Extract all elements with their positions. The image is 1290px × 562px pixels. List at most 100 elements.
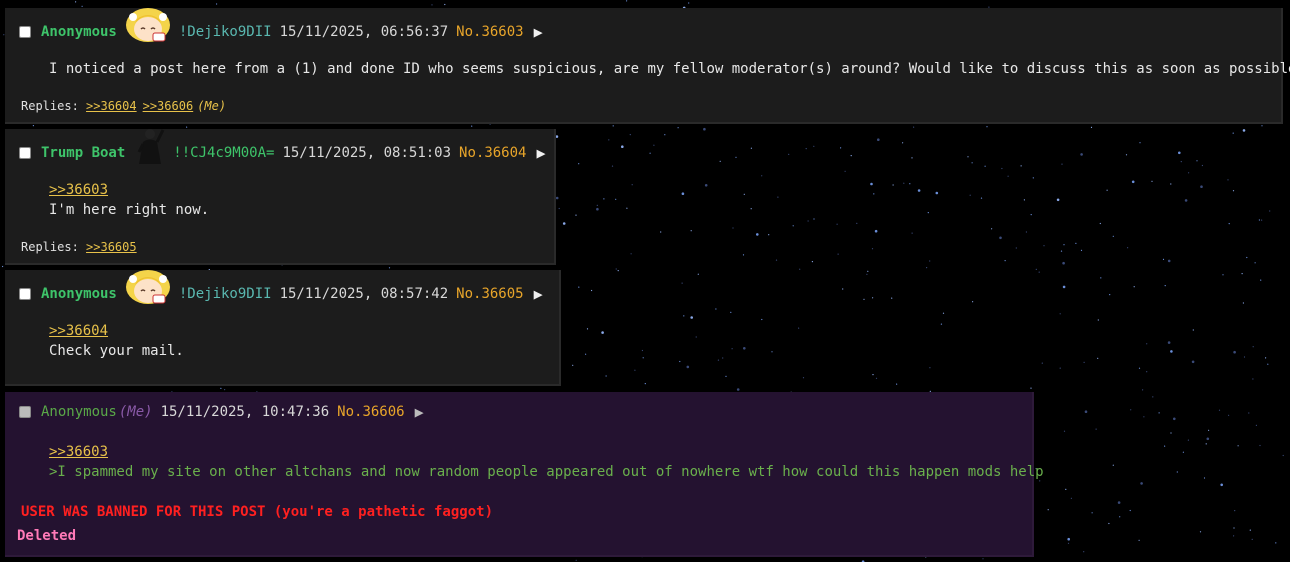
star <box>1025 231 1027 233</box>
star <box>32 125 35 127</box>
post-number-link[interactable]: No.36604 <box>459 145 526 161</box>
star <box>1158 412 1160 414</box>
star <box>1237 445 1239 447</box>
star <box>1004 260 1006 262</box>
star <box>388 267 391 269</box>
star <box>1063 244 1065 246</box>
star <box>1146 371 1148 373</box>
post-select-checkbox[interactable] <box>19 26 31 38</box>
replies-label: Replies: <box>21 240 79 254</box>
post-36603: Anonymous !Dejiko9DII 15/11/2025, 06:56:… <box>5 8 1290 124</box>
star <box>644 383 646 385</box>
star <box>1060 250 1063 252</box>
star <box>798 327 800 329</box>
quote-link[interactable]: >>36603 <box>49 443 1044 463</box>
star <box>1220 483 1223 487</box>
star <box>840 147 842 149</box>
post-number-link[interactable]: No.36606 <box>337 404 404 420</box>
star <box>216 3 218 5</box>
star <box>1106 189 1108 191</box>
star <box>1267 363 1269 365</box>
star <box>690 230 692 232</box>
star <box>986 126 988 128</box>
star <box>1131 180 1135 184</box>
star <box>719 160 721 162</box>
post-header: Anonymous !Dejiko9DII 15/11/2025, 06:56:… <box>19 8 543 42</box>
star <box>1127 247 1129 249</box>
reply-link[interactable]: >>36604 <box>86 99 137 113</box>
star <box>903 182 905 184</box>
star <box>761 318 763 321</box>
star <box>736 388 740 391</box>
star <box>1184 199 1188 202</box>
star <box>617 270 619 272</box>
star <box>1205 443 1207 445</box>
star <box>601 331 604 334</box>
star <box>1203 477 1206 479</box>
star <box>1152 396 1154 398</box>
star <box>717 359 720 361</box>
star <box>1140 482 1143 485</box>
star <box>1080 249 1083 251</box>
reply-link[interactable]: >>36606 <box>143 99 194 113</box>
play-triangle-icon[interactable]: ▶ <box>534 23 543 41</box>
star <box>1138 539 1140 541</box>
star <box>872 297 874 299</box>
deleted-status: Deleted <box>17 528 77 544</box>
star <box>1188 172 1190 174</box>
star <box>1056 198 1060 202</box>
post-header: Anonymous !Dejiko9DII 15/11/2025, 08:57:… <box>19 270 543 304</box>
star <box>730 311 732 313</box>
star <box>690 316 693 319</box>
post-number-link[interactable]: No.36603 <box>456 24 523 40</box>
star <box>224 389 226 391</box>
star <box>1182 451 1184 453</box>
star <box>725 375 727 377</box>
star <box>1119 516 1121 518</box>
star <box>1173 417 1176 421</box>
post-select-checkbox[interactable] <box>19 288 31 300</box>
star <box>1167 341 1171 344</box>
post-number-link[interactable]: No.36605 <box>456 286 523 302</box>
star <box>1059 313 1061 315</box>
poster-name: Anonymous <box>41 24 117 40</box>
post-header: Trump Boat !!CJ4c9M00A= 15/11/2025, 08:5… <box>19 129 546 164</box>
post-select-checkbox[interactable] <box>19 147 31 159</box>
play-triangle-icon[interactable]: ▶ <box>415 403 424 421</box>
play-triangle-icon[interactable]: ▶ <box>534 285 543 303</box>
star <box>1233 527 1235 529</box>
star <box>695 336 697 338</box>
reply-link[interactable]: >>36605 <box>86 240 137 254</box>
star <box>642 357 644 359</box>
star <box>1041 362 1043 364</box>
star <box>856 222 858 224</box>
star <box>596 204 598 206</box>
star <box>626 207 628 209</box>
star <box>1222 274 1224 276</box>
star <box>641 349 644 352</box>
star <box>1062 285 1066 289</box>
post-header: Anonymous (Me) 15/11/2025, 10:47:36 No.3… <box>19 402 424 422</box>
star <box>870 182 873 186</box>
star <box>1112 464 1114 466</box>
star <box>902 142 904 144</box>
post-body: >>36603 >I spammed my site on other altc… <box>49 443 1044 482</box>
star <box>612 125 614 127</box>
quote-link[interactable]: >>36603 <box>49 181 209 201</box>
star <box>653 144 655 146</box>
star <box>1170 350 1173 353</box>
post-select-checkbox[interactable] <box>19 406 31 418</box>
star <box>1233 535 1235 537</box>
post-36604: Trump Boat !!CJ4c9M00A= 15/11/2025, 08:5… <box>5 129 556 265</box>
quote-link[interactable]: >>36604 <box>49 322 184 342</box>
star <box>585 353 587 355</box>
star <box>629 134 631 136</box>
star <box>1252 346 1254 348</box>
poster-name: Anonymous <box>41 286 117 302</box>
star <box>1143 416 1145 418</box>
star <box>1090 126 1093 128</box>
dejiko-avatar-icon <box>123 267 173 305</box>
play-triangle-icon[interactable]: ▶ <box>536 144 545 162</box>
star <box>1063 430 1066 432</box>
tripcode: !Dejiko9DII <box>178 286 272 302</box>
